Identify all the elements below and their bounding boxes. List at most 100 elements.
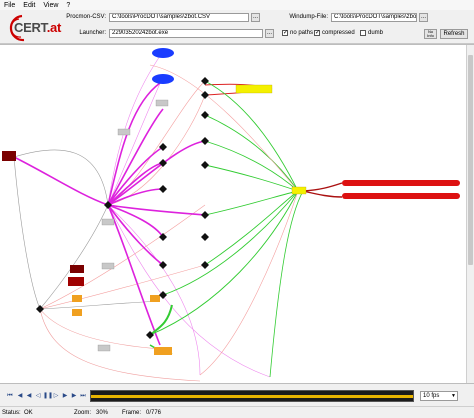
graph-edge [107, 78, 163, 206]
windump-browse-button[interactable]: ... [419, 13, 428, 22]
graph-edge [39, 308, 161, 350]
frame-timeline-slider[interactable] [90, 390, 414, 402]
fps-select[interactable]: 10 fps ▼ [420, 391, 458, 401]
graph-edge [39, 264, 206, 310]
graph-edge [39, 308, 201, 382]
skip-to-end-icon[interactable]: ⏭ [79, 392, 87, 400]
launcher-dropdown-button[interactable]: ... [265, 29, 274, 38]
action-diamond[interactable] [201, 261, 209, 269]
procmon-path-input[interactable]: C:\tools\ProcDOT\samples\zbot.CSV [109, 13, 249, 22]
process-node[interactable] [2, 151, 16, 161]
menu-bar: File Edit View ? [0, 0, 474, 10]
action-diamond[interactable] [36, 305, 44, 313]
skip-to-start-icon[interactable]: ⏮ [6, 392, 14, 400]
graph-edge [269, 190, 304, 378]
check-icon: ✓ [282, 30, 289, 36]
info-button[interactable]: No Info [424, 29, 437, 39]
procmon-browse-button[interactable]: ... [251, 13, 260, 22]
action-diamond[interactable] [201, 137, 209, 145]
play-icon[interactable]: ▷ [52, 392, 60, 400]
launcher-label: Launcher: [79, 30, 106, 36]
compressed-label: compressed [322, 30, 355, 36]
fps-value: 10 fps [423, 393, 440, 399]
thread-node[interactable] [152, 74, 174, 84]
windump-label: Windump-File: [289, 14, 328, 20]
play-backward-icon[interactable]: ◁ [34, 392, 42, 400]
graph-edge [204, 164, 299, 192]
toolbar: CERT.at Procmon-CSV: C:\tools\ProcDOT\sa… [0, 10, 474, 44]
menu-file[interactable]: File [4, 2, 15, 9]
step-forward-icon[interactable]: ▶ [70, 392, 78, 400]
zoom-label: Zoom: [74, 409, 92, 416]
action-diamond[interactable] [201, 161, 209, 169]
logo-suffix: .at [46, 20, 62, 35]
pause-icon[interactable]: ❚❚ [43, 392, 53, 400]
action-diamond[interactable] [201, 211, 209, 219]
logo-text: CERT [14, 20, 47, 35]
check-icon: ✓ [314, 30, 321, 36]
graph-edge [302, 190, 343, 198]
host-node[interactable] [342, 180, 460, 186]
graph-canvas[interactable] [0, 44, 474, 384]
process-node[interactable] [68, 277, 84, 286]
step-forward-icon[interactable]: ▶ [61, 392, 69, 400]
status-value: OK [24, 409, 33, 416]
step-back-icon[interactable]: ◀ [25, 392, 33, 400]
file-node[interactable] [155, 99, 169, 107]
action-diamond[interactable] [201, 233, 209, 241]
frame-value: 0/776 [146, 409, 162, 416]
compressed-checkbox[interactable]: ✓ compressed [314, 30, 355, 36]
thread-node[interactable] [152, 48, 174, 58]
dumb-label: dumb [368, 30, 384, 36]
graph-edge [39, 300, 161, 310]
graph-edge [13, 156, 41, 310]
windump-path-input[interactable]: C:\tools\ProcDOT\samples\zbot.pcap [331, 13, 417, 22]
dumb-checkbox[interactable]: dumb [360, 30, 383, 36]
no-paths-label: no paths [290, 30, 314, 36]
launcher-input[interactable]: 2290352024zbot.exe [109, 29, 263, 38]
zoom-value: 30% [96, 409, 109, 416]
action-diamond[interactable] [159, 143, 167, 151]
graph-edge [302, 182, 343, 192]
menu-help[interactable]: ? [66, 2, 70, 9]
no-paths-checkbox[interactable]: ✓ no paths [282, 30, 313, 36]
menu-view[interactable]: View [43, 2, 58, 9]
chevron-down-icon: ▼ [451, 393, 456, 399]
file-node[interactable] [97, 344, 111, 352]
file-node[interactable] [154, 347, 172, 355]
file-node[interactable] [101, 218, 115, 226]
file-node[interactable] [150, 295, 160, 302]
scroll-thumb[interactable] [468, 55, 473, 265]
refresh-button[interactable]: Refresh [440, 29, 468, 39]
network-node[interactable] [291, 186, 307, 195]
cert-logo: CERT.at [2, 12, 62, 42]
file-node[interactable] [117, 128, 131, 136]
graph-edge [13, 156, 109, 206]
frame-label: Frame: [122, 409, 142, 416]
status-bar: Status: OK Zoom: 30% Frame: 0/776 [0, 406, 474, 418]
file-node[interactable] [72, 309, 82, 316]
unchecked-box-icon [360, 30, 366, 36]
playback-bar: ⏮ ◀ ◀ ◁ ❚❚ ▷ ▶ ▶ ⏭ 10 fps ▼ [0, 386, 474, 406]
graph-edge [107, 52, 163, 206]
procmon-label: Procmon-CSV: [66, 14, 106, 20]
host-node[interactable] [342, 193, 460, 199]
graph-edge [107, 204, 164, 266]
graph-edge [39, 204, 206, 310]
action-diamond[interactable] [159, 185, 167, 193]
menu-edit[interactable]: Edit [23, 2, 35, 9]
process-graph[interactable] [0, 45, 466, 385]
graph-edge [204, 190, 299, 266]
timeline-progress [91, 395, 413, 398]
graph-edge [39, 204, 109, 310]
graph-edge [149, 304, 173, 336]
status-label: Status: [2, 409, 21, 416]
file-node[interactable] [72, 295, 82, 302]
process-node[interactable] [70, 265, 84, 273]
step-back-icon[interactable]: ◀ [16, 392, 24, 400]
registry-node[interactable] [235, 84, 273, 94]
action-diamond[interactable] [201, 111, 209, 119]
procdot-window: File Edit View ? CERT.at Procmon-CSV: C:… [0, 0, 474, 418]
file-node[interactable] [101, 262, 115, 270]
vertical-scrollbar[interactable] [466, 45, 474, 383]
